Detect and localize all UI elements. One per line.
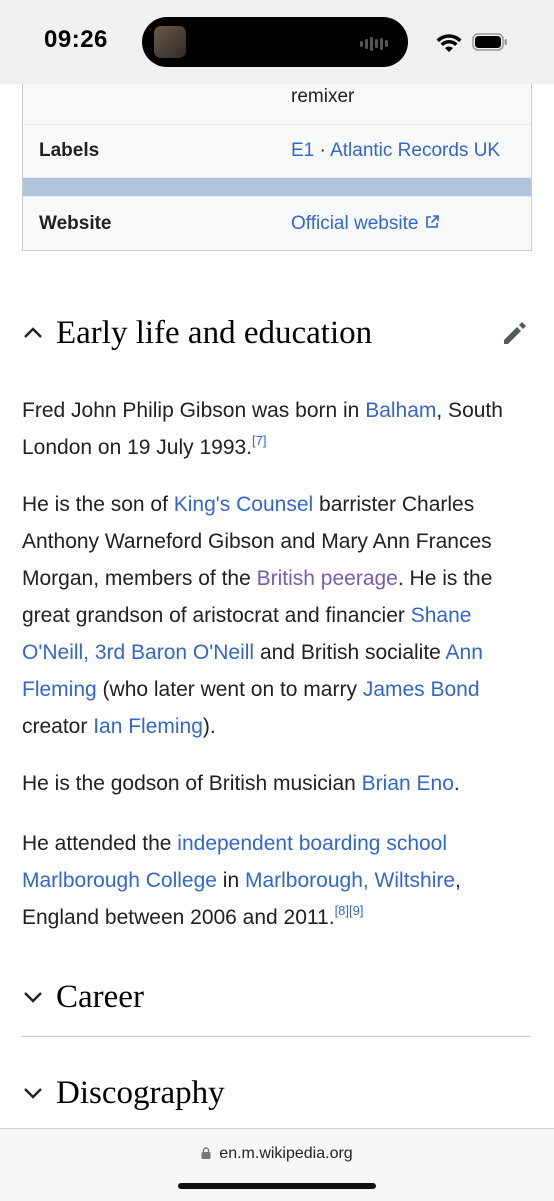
audio-waveform-icon xyxy=(360,35,390,51)
paragraph-godson: He is the godson of British musician Bri… xyxy=(22,765,532,802)
infobox-divider-band xyxy=(23,177,531,196)
link-marlborough-wiltshire[interactable]: Marlborough, Wiltshire xyxy=(245,869,455,892)
link-british-peerage[interactable]: British peerage xyxy=(257,567,398,590)
ref-7[interactable]: [7] xyxy=(252,433,266,448)
browser-address-bar[interactable]: en.m.wikipedia.org xyxy=(0,1128,554,1201)
text: and British socialite xyxy=(254,641,446,664)
section-title-early-life: Early life and education xyxy=(56,314,373,351)
paragraph-birth: Fred John Philip Gibson was born in Balh… xyxy=(22,392,532,466)
infobox-row-labels: Labels E1 · Atlantic Records UK xyxy=(23,124,531,177)
ref-9[interactable]: [9] xyxy=(349,903,363,918)
link-brian-eno[interactable]: Brian Eno xyxy=(362,772,454,795)
battery-icon xyxy=(472,33,507,51)
now-playing-artwork-icon xyxy=(154,26,186,58)
ref-8[interactable]: [8] xyxy=(335,903,349,918)
link-balham[interactable]: Balham xyxy=(365,399,436,422)
infobox-row-label xyxy=(23,84,291,124)
infobox-labels-value: E1 · Atlantic Records UK xyxy=(291,140,531,162)
text: in xyxy=(216,869,245,892)
infobox-row-website: Website Official website xyxy=(23,196,531,250)
section-header-discography[interactable]: Discography xyxy=(22,1070,530,1116)
text: . xyxy=(453,772,460,795)
infobox-website-label: Website xyxy=(39,212,112,234)
link-kings-counsel[interactable]: King's Counsel xyxy=(174,493,313,516)
link-ian-fleming[interactable]: Ian Fleming xyxy=(93,715,203,738)
chevron-down-icon[interactable] xyxy=(22,986,44,1008)
infobox-occupation-value: remixer xyxy=(291,86,355,107)
url-text: en.m.wikipedia.org xyxy=(219,1145,353,1162)
link-official-website[interactable]: Official website xyxy=(291,213,418,234)
section-divider xyxy=(22,1036,530,1037)
wifi-icon xyxy=(436,34,462,52)
url-display[interactable]: en.m.wikipedia.org xyxy=(0,1145,554,1163)
text: creator xyxy=(22,715,94,738)
section-header-early-life[interactable]: Early life and education xyxy=(22,310,530,356)
text: He is the son of xyxy=(22,493,174,516)
dynamic-island[interactable] xyxy=(142,17,408,67)
infobox: remixer Labels E1 · Atlantic Records UK … xyxy=(22,84,532,251)
text: He is the godson of British musician xyxy=(22,772,362,795)
lock-icon xyxy=(201,1147,211,1159)
separator: · xyxy=(314,140,331,161)
chevron-down-icon[interactable] xyxy=(22,1082,44,1104)
home-indicator[interactable] xyxy=(178,1183,376,1189)
paragraph-family: He is the son of King's Counsel barriste… xyxy=(22,486,532,745)
text: (who later went on to marry xyxy=(96,678,363,701)
link-atlantic-records-uk[interactable]: Atlantic Records UK xyxy=(330,140,500,161)
external-link-icon xyxy=(425,214,439,228)
section-title-career: Career xyxy=(56,978,144,1015)
status-bar: 09:26 xyxy=(0,0,554,84)
infobox-row-occupation: remixer xyxy=(23,84,531,124)
paragraph-education: He attended the independent boarding sch… xyxy=(22,825,532,936)
text: ). xyxy=(202,715,216,738)
link-independent-boarding-school[interactable]: independent boarding school xyxy=(177,832,447,855)
link-james-bond[interactable]: James Bond xyxy=(363,678,480,701)
infobox-labels-label: Labels xyxy=(39,140,100,161)
link-e1[interactable]: E1 xyxy=(291,140,314,161)
link-marlborough-college[interactable]: Marlborough College xyxy=(22,869,217,892)
section-header-career[interactable]: Career xyxy=(22,974,530,1020)
status-time: 09:26 xyxy=(44,26,108,53)
infobox-website-value: Official website xyxy=(291,213,531,235)
edit-pencil-icon[interactable] xyxy=(500,318,530,348)
text: Fred John Philip Gibson was born in xyxy=(22,399,366,422)
text: He attended the xyxy=(22,832,178,855)
section-title-discography: Discography xyxy=(56,1074,225,1111)
chevron-up-icon[interactable] xyxy=(22,322,44,344)
